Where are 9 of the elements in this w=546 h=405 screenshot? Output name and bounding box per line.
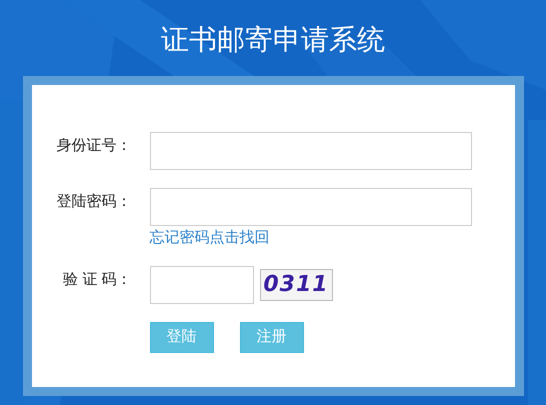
field-label: 登陆密码：	[56, 192, 132, 212]
captcha-image[interactable]: 0311	[260, 269, 332, 301]
field-label: 身份证号：	[56, 136, 132, 156]
page-title: 证书邮寄申请系统	[161, 23, 385, 57]
forgot-password-link[interactable]: 忘记密码点击找回	[150, 228, 472, 248]
id-number-field[interactable]	[150, 132, 472, 170]
captcha-field[interactable]	[150, 266, 254, 304]
password-field[interactable]	[150, 188, 472, 226]
field-label: 验 证 码：	[62, 270, 132, 290]
